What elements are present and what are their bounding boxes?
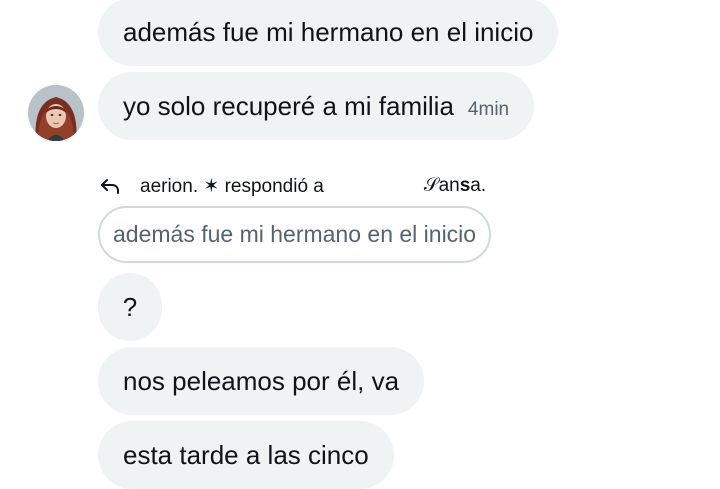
avatar-image xyxy=(28,85,84,141)
reply-arrow-icon xyxy=(98,174,122,198)
message-text: nos peleamos por él, va xyxy=(123,365,400,396)
message-text: yo solo recuperé a mi familia xyxy=(123,90,454,121)
message-bubble[interactable]: nos peleamos por él, va xyxy=(98,347,425,415)
avatar[interactable] xyxy=(28,85,84,141)
quoted-message[interactable]: además fue mi hermano en el inicio xyxy=(98,206,492,263)
reply-target-suffix: a. xyxy=(470,175,487,196)
message-bubble[interactable]: ? xyxy=(98,273,162,341)
message-text: además fue mi hermano en el inicio xyxy=(123,16,534,47)
message-timestamp: 4min xyxy=(467,99,510,120)
reply-header: aerion. ✶ respondió a 𝒮ansa. xyxy=(98,172,486,200)
reply-target-prefix: 𝒮an xyxy=(423,175,460,196)
reply-author-label: aerion. ✶ respondió a xyxy=(140,175,324,197)
reply-target-name[interactable]: 𝒮ansa. xyxy=(424,175,486,197)
message-bubble[interactable]: yo solo recuperé a mi familia 4min xyxy=(98,72,535,140)
message-text: ? xyxy=(122,291,138,322)
message-bubble[interactable]: además fue mi hermano en el inicio xyxy=(98,0,559,66)
reply-target-bold: s xyxy=(459,175,471,196)
message-text: esta tarde a las cinco xyxy=(123,439,369,470)
quoted-message-text: además fue mi hermano en el inicio xyxy=(113,221,477,247)
message-bubble[interactable]: esta tarde a las cinco xyxy=(98,421,394,489)
